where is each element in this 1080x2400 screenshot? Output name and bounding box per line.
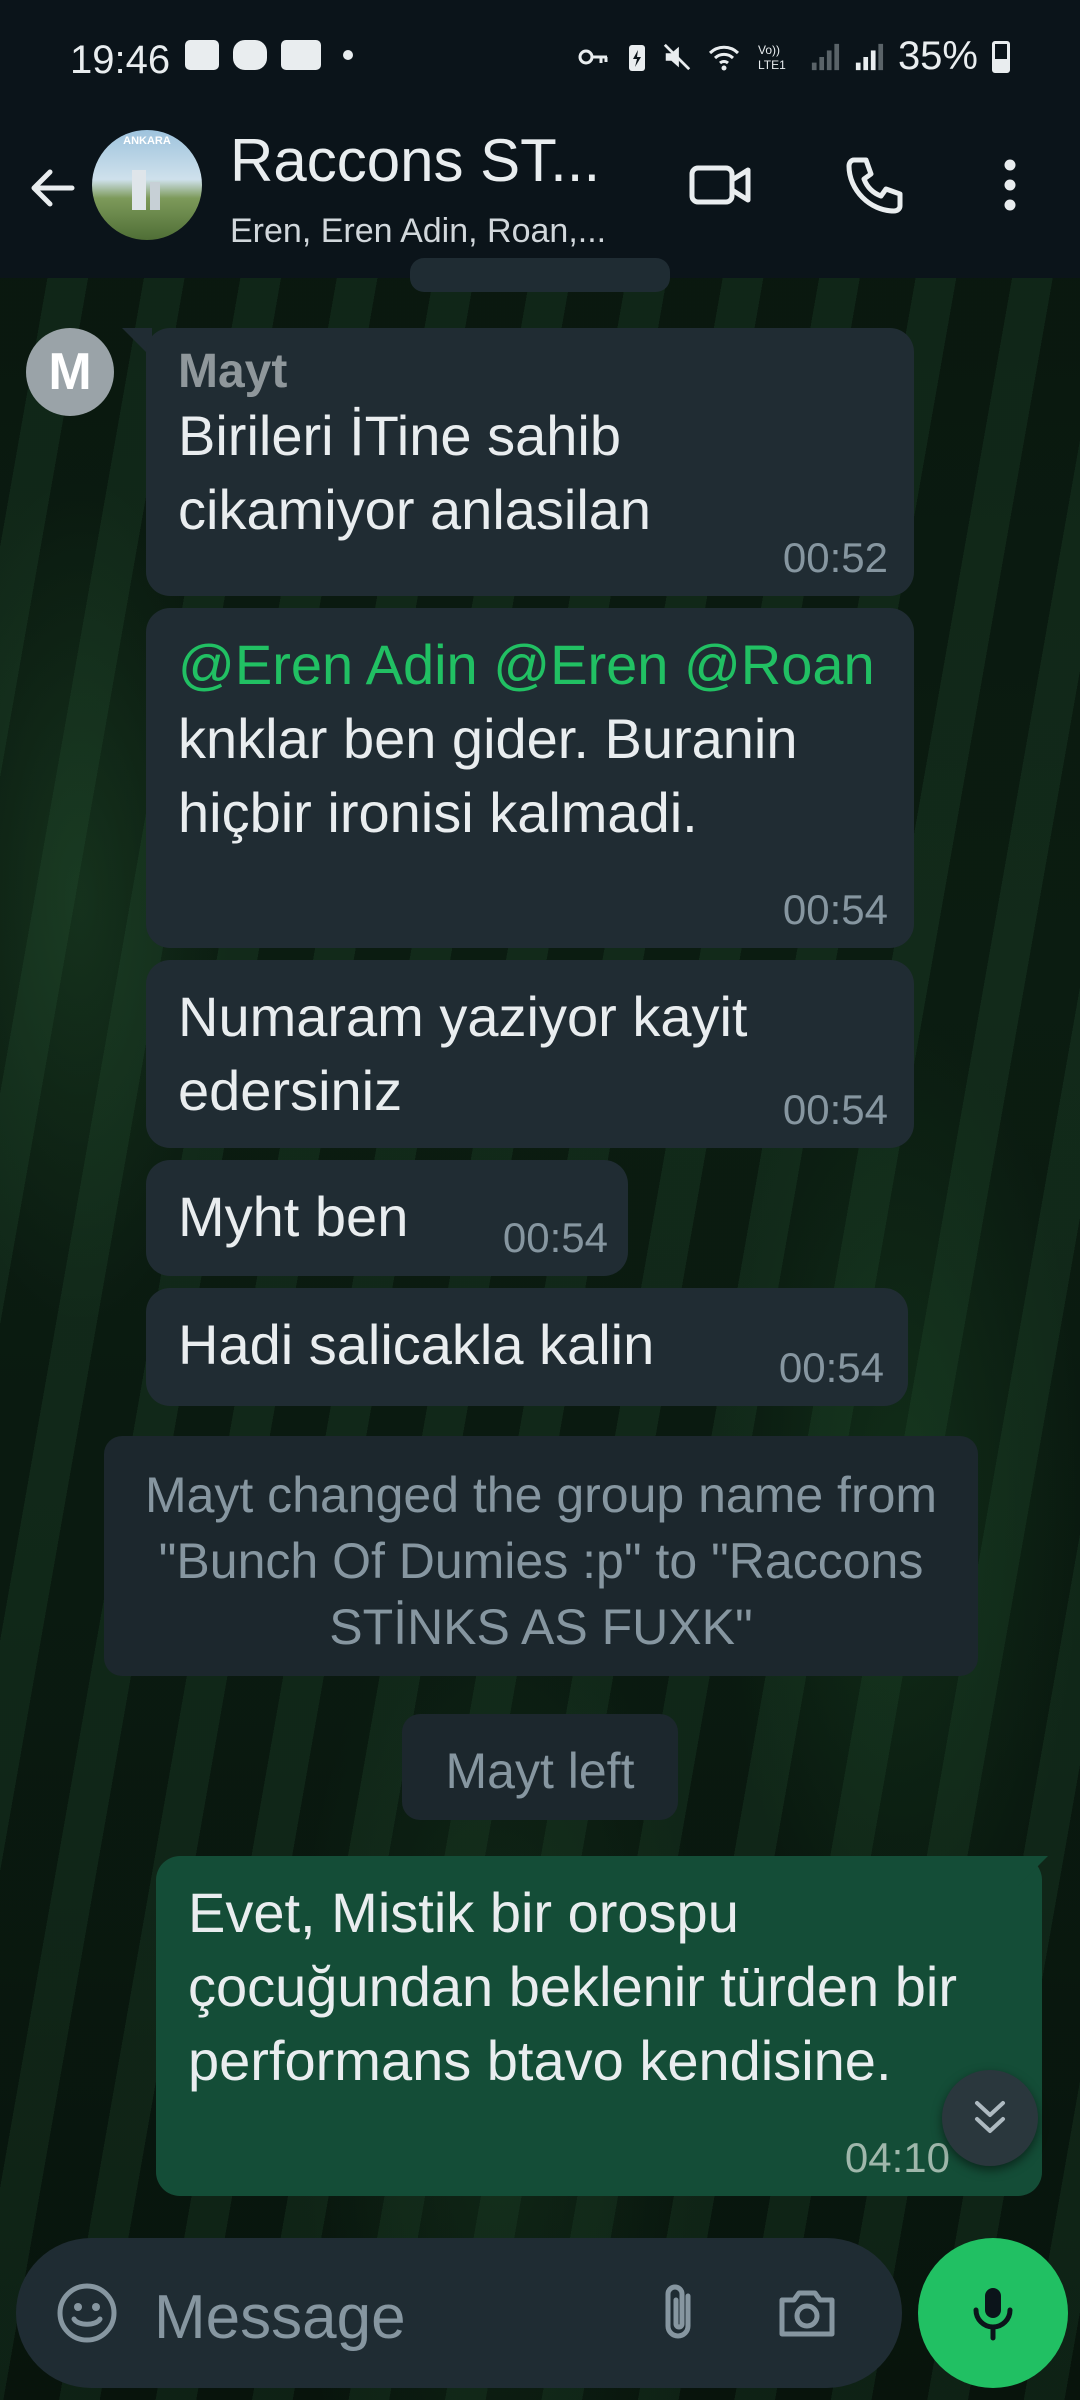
system-status-icons: Vo)) LTE1 35% xyxy=(574,34,1010,79)
volte-icon: Vo))LTE1 xyxy=(758,43,786,72)
battery-percent: 35% xyxy=(897,34,978,78)
message-bubble[interactable]: Hadi salicakla kalin 00:54 xyxy=(146,1288,908,1406)
outgoing-message-bubble[interactable]: Evet, Mistik bir orospu çocuğundan bekle… xyxy=(156,1856,1042,2196)
more-options-icon[interactable] xyxy=(975,150,1045,220)
message-time: 00:54 xyxy=(778,1344,884,1391)
voice-call-icon[interactable] xyxy=(840,150,910,220)
youtube-notification-icon xyxy=(281,40,321,70)
sender-avatar[interactable]: M xyxy=(26,328,114,416)
outgoing-bubble-tail xyxy=(1018,1856,1048,1886)
message-bubble[interactable]: Myht ben 00:54 xyxy=(146,1160,628,1276)
key-icon xyxy=(578,49,608,64)
mention[interactable]: @Eren xyxy=(493,633,668,696)
double-chevron-down-icon xyxy=(975,2101,1005,2133)
date-chip-partial xyxy=(410,258,670,292)
voice-message-button[interactable] xyxy=(918,2238,1068,2388)
camera-icon[interactable] xyxy=(772,2278,842,2348)
group-avatar[interactable]: ANKARA xyxy=(92,130,202,240)
status-time: 19:46 xyxy=(70,38,171,82)
chat-header: ANKARA Raccons ST... Eren, Eren Adin, Ro… xyxy=(0,120,1080,278)
mention[interactable]: @Roan xyxy=(684,633,875,696)
svg-text:Vo)): Vo)) xyxy=(758,43,780,57)
chat-title[interactable]: Raccons ST... xyxy=(230,126,600,195)
signal-1-icon xyxy=(811,43,839,70)
system-message-rename: Mayt changed the group name from "Bunch … xyxy=(104,1436,978,1676)
message-body: knklar ben gider. Buranin hiçbir ironisi… xyxy=(178,707,798,844)
attach-paperclip-icon[interactable] xyxy=(644,2278,714,2348)
message-bubble[interactable]: @Eren Adin @Eren @Roan knklar ben gider.… xyxy=(146,608,914,948)
message-text: Numaram yaziyor kayit edersiniz xyxy=(178,985,748,1122)
message-time: 00:54 xyxy=(782,1086,888,1133)
message-time: 00:52 xyxy=(782,534,888,581)
battery-icon xyxy=(992,40,1010,73)
message-composer: Message xyxy=(16,2238,902,2388)
gallery-notification-icon xyxy=(185,40,219,70)
avatar-logo-text: ANKARA xyxy=(123,135,171,147)
mention[interactable]: @Eren Adin xyxy=(178,633,478,696)
message-text: @Eren Adin @Eren @Roan knklar ben gider.… xyxy=(178,628,878,850)
message-sender[interactable]: Mayt xyxy=(178,344,882,399)
discord-notification-icon xyxy=(233,40,267,70)
message-text: Evet, Mistik bir orospu çocuğundan bekle… xyxy=(188,1881,957,2092)
notification-icons xyxy=(185,40,353,70)
mute-icon xyxy=(663,43,691,70)
message-text: Birileri İTine sahib cikamiyor anlasilan xyxy=(178,404,652,541)
message-time: 00:54 xyxy=(502,1214,608,1261)
message-bubble[interactable]: Mayt Birileri İTine sahib cikamiyor anla… xyxy=(146,328,914,596)
microphone-icon xyxy=(973,2288,1013,2341)
message-time: 00:54 xyxy=(782,886,888,933)
message-list[interactable]: M Mayt Birileri İTine sahib cikamiyor an… xyxy=(0,258,1080,2208)
video-call-icon[interactable] xyxy=(686,150,756,220)
message-bubble[interactable]: Numaram yaziyor kayit edersiniz 00:54 xyxy=(146,960,914,1148)
message-input[interactable]: Message xyxy=(154,2282,406,2353)
svg-text:LTE1: LTE1 xyxy=(758,58,786,72)
back-arrow-icon[interactable] xyxy=(22,158,82,218)
message-text: Hadi salicakla kalin xyxy=(178,1313,655,1376)
signal-2-icon xyxy=(855,43,883,70)
emoji-icon[interactable] xyxy=(52,2278,122,2348)
chat-participants[interactable]: Eren, Eren Adin, Roan,... xyxy=(230,212,606,251)
battery-saver-icon xyxy=(628,44,645,71)
system-message-left: Mayt left xyxy=(402,1714,678,1820)
scroll-to-bottom-button[interactable] xyxy=(942,2070,1038,2166)
more-notifications-dot xyxy=(343,50,353,60)
status-bar: 19:46 Vo)) LTE1 35% xyxy=(0,0,1080,120)
message-time: 04:10 xyxy=(844,2134,950,2181)
wifi-icon xyxy=(708,45,739,70)
message-text: Myht ben xyxy=(178,1185,409,1248)
